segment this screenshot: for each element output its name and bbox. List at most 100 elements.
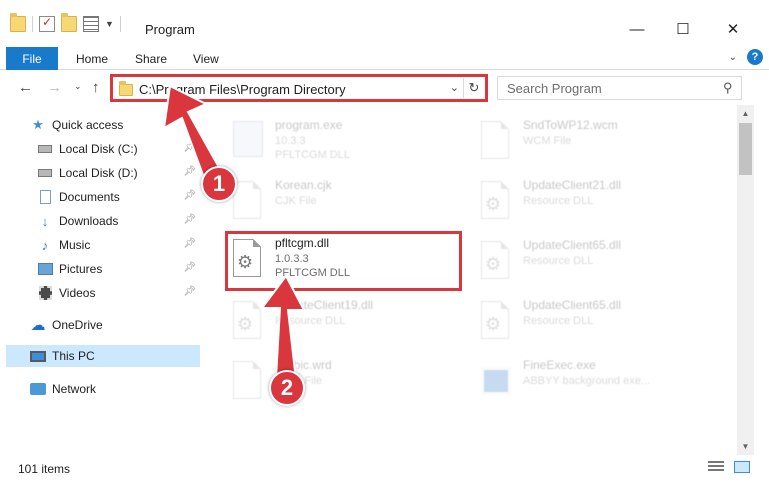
sidebar-item-pictures[interactable]: Pictures 📌︎ xyxy=(37,258,200,280)
help-icon[interactable]: ? xyxy=(747,49,763,65)
address-history-chevron-icon[interactable]: ⌄ xyxy=(450,81,459,94)
toolbar-divider xyxy=(32,16,33,32)
dll-gear-icon: ⚙ xyxy=(479,241,513,285)
music-icon: ♪ xyxy=(41,237,49,253)
sidebar-item-label: Music xyxy=(59,238,91,252)
file-name: SndToWP12.wcm xyxy=(523,118,618,132)
pictures-icon xyxy=(37,262,53,276)
pin-icon[interactable]: 📌︎ xyxy=(183,166,196,177)
details-view-icon[interactable] xyxy=(708,461,724,473)
sidebar-item-local-disk-c[interactable]: Local Disk (C:) 📌︎ xyxy=(37,138,200,160)
status-bar: 101 items xyxy=(0,455,769,487)
star-icon: ★ xyxy=(32,117,44,132)
sidebar-item-label: Videos xyxy=(59,286,96,300)
tab-home[interactable]: Home xyxy=(76,52,108,66)
new-folder-icon[interactable] xyxy=(61,13,77,32)
sidebar-item-label: OneDrive xyxy=(52,318,103,332)
recent-locations-chevron-icon[interactable]: ⌄ xyxy=(74,81,82,92)
folder-icon xyxy=(119,81,133,96)
file-detail: ABBYY background exe... xyxy=(523,375,650,387)
sidebar-item-local-disk-d[interactable]: Local Disk (D:) 📌︎ xyxy=(37,162,200,184)
quick-access-toolbar: ▼ xyxy=(10,13,121,34)
file-name: Korean.cjk xyxy=(275,178,332,192)
step-1-badge: 1 xyxy=(201,166,237,202)
file-detail: Resource DLL xyxy=(275,315,346,327)
file-item[interactable]: FineExec.exe ABBYY background exe... xyxy=(473,353,713,409)
search-input[interactable] xyxy=(498,77,718,99)
file-name: UpdateClient65.dll xyxy=(523,238,622,252)
document-icon xyxy=(479,121,513,165)
file-item[interactable]: ⚙ UpdateClient65.dll Resource DLL xyxy=(473,293,713,349)
file-detail: 10.3.3 xyxy=(275,135,306,147)
expand-ribbon-chevron-icon[interactable]: ⌄ xyxy=(729,52,737,63)
downloads-icon: ↓ xyxy=(41,213,49,229)
file-item[interactable]: ⚙ UpdateClient21.dll Resource DLL xyxy=(473,173,713,229)
file-detail: Resource DLL xyxy=(523,315,594,327)
customize-toolbar-chevron-icon[interactable]: ▼ xyxy=(105,19,114,29)
address-bar[interactable]: C:\Program Files\Program Directory ⌄ ↻ xyxy=(110,74,488,102)
scroll-down-arrow-icon[interactable]: ▼ xyxy=(737,438,754,455)
toolbar-divider xyxy=(119,16,121,32)
tab-file[interactable]: File xyxy=(6,47,58,70)
title-bar: ▼ Program — ☐ ✕ xyxy=(0,0,769,44)
address-path[interactable]: C:\Program Files\Program Directory xyxy=(139,82,346,97)
pin-icon[interactable]: 📌︎ xyxy=(183,214,196,225)
file-item[interactable]: ⚙ UpdateClient65.dll Resource DLL xyxy=(473,233,713,289)
vertical-scrollbar[interactable]: ▲ ▼ xyxy=(737,105,754,455)
minimize-button[interactable]: — xyxy=(614,14,660,44)
navigation-pane: ★ Quick access Local Disk (C:) 📌︎ Local … xyxy=(0,105,205,455)
sidebar-item-label: This PC xyxy=(52,349,95,363)
file-detail: Resource DLL xyxy=(523,255,594,267)
view-options-icon[interactable] xyxy=(83,16,99,32)
file-item[interactable]: program.exe 10.3.3 PFLTCGM DLL xyxy=(225,113,465,169)
item-count: 101 items xyxy=(18,462,71,476)
up-arrow-icon[interactable]: ↑ xyxy=(92,79,100,96)
pin-icon[interactable]: 📌︎ xyxy=(183,286,196,297)
pin-icon[interactable]: 📌︎ xyxy=(183,190,196,201)
pin-icon[interactable]: 📌︎ xyxy=(183,262,196,273)
file-detail: Resource DLL xyxy=(523,195,594,207)
maximize-button[interactable]: ☐ xyxy=(660,14,706,44)
refresh-icon[interactable]: ↻ xyxy=(463,78,484,98)
sidebar-item-onedrive[interactable]: ☁ OneDrive xyxy=(30,314,200,336)
scroll-up-arrow-icon[interactable]: ▲ xyxy=(737,105,754,122)
file-item[interactable]: Korean.cjk CJK File xyxy=(225,173,465,229)
disk-icon xyxy=(37,166,53,180)
large-icons-view-icon[interactable] xyxy=(734,461,750,473)
properties-icon[interactable] xyxy=(39,15,55,32)
file-name: UpdateClient21.dll xyxy=(523,178,622,192)
sidebar-item-downloads[interactable]: ↓ Downloads 📌︎ xyxy=(37,210,200,232)
sidebar-item-documents[interactable]: Documents 📌︎ xyxy=(37,186,200,208)
dll-gear-icon: ⚙ xyxy=(479,301,513,345)
pin-icon[interactable]: 📌︎ xyxy=(183,238,196,249)
exe-icon xyxy=(231,121,265,165)
sidebar-item-videos[interactable]: Videos 📌︎ xyxy=(37,282,200,304)
sidebar-item-label: Downloads xyxy=(59,214,119,228)
file-item[interactable]: Arabic.wrd WRD File xyxy=(225,353,465,409)
close-button[interactable]: ✕ xyxy=(710,14,756,44)
folder-icon[interactable] xyxy=(10,13,26,32)
scrollbar-thumb[interactable] xyxy=(739,123,752,175)
back-arrow-icon[interactable]: ← xyxy=(18,79,33,96)
cloud-icon: ☁ xyxy=(30,317,46,334)
file-name: UpdateClient65.dll xyxy=(523,298,622,312)
file-item[interactable]: SndToWP12.wcm WCM File xyxy=(473,113,713,169)
tab-view[interactable]: View xyxy=(193,52,219,66)
search-icon[interactable]: ⚲ xyxy=(723,80,733,96)
videos-icon xyxy=(37,286,53,300)
documents-icon xyxy=(37,190,53,204)
sidebar-item-label: Documents xyxy=(59,190,120,204)
search-box[interactable]: ⚲ xyxy=(497,76,742,100)
tab-share[interactable]: Share xyxy=(135,52,167,66)
forward-arrow-icon[interactable]: → xyxy=(47,79,62,96)
network-icon xyxy=(30,382,46,396)
file-name: FineExec.exe xyxy=(523,358,596,372)
file-name: program.exe xyxy=(275,118,343,132)
sidebar-item-network[interactable]: Network xyxy=(30,378,200,400)
sidebar-item-this-pc[interactable]: This PC xyxy=(6,345,200,367)
ribbon-tabs: File Home Share View ⌄ ? xyxy=(0,44,769,70)
file-item[interactable]: ⚙ UpdateClient19.dll Resource DLL xyxy=(225,293,465,349)
pin-icon[interactable]: 📌︎ xyxy=(183,142,196,153)
sidebar-item-music[interactable]: ♪ Music 📌︎ xyxy=(37,234,200,256)
sidebar-item-quick-access[interactable]: ★ Quick access xyxy=(30,114,200,136)
